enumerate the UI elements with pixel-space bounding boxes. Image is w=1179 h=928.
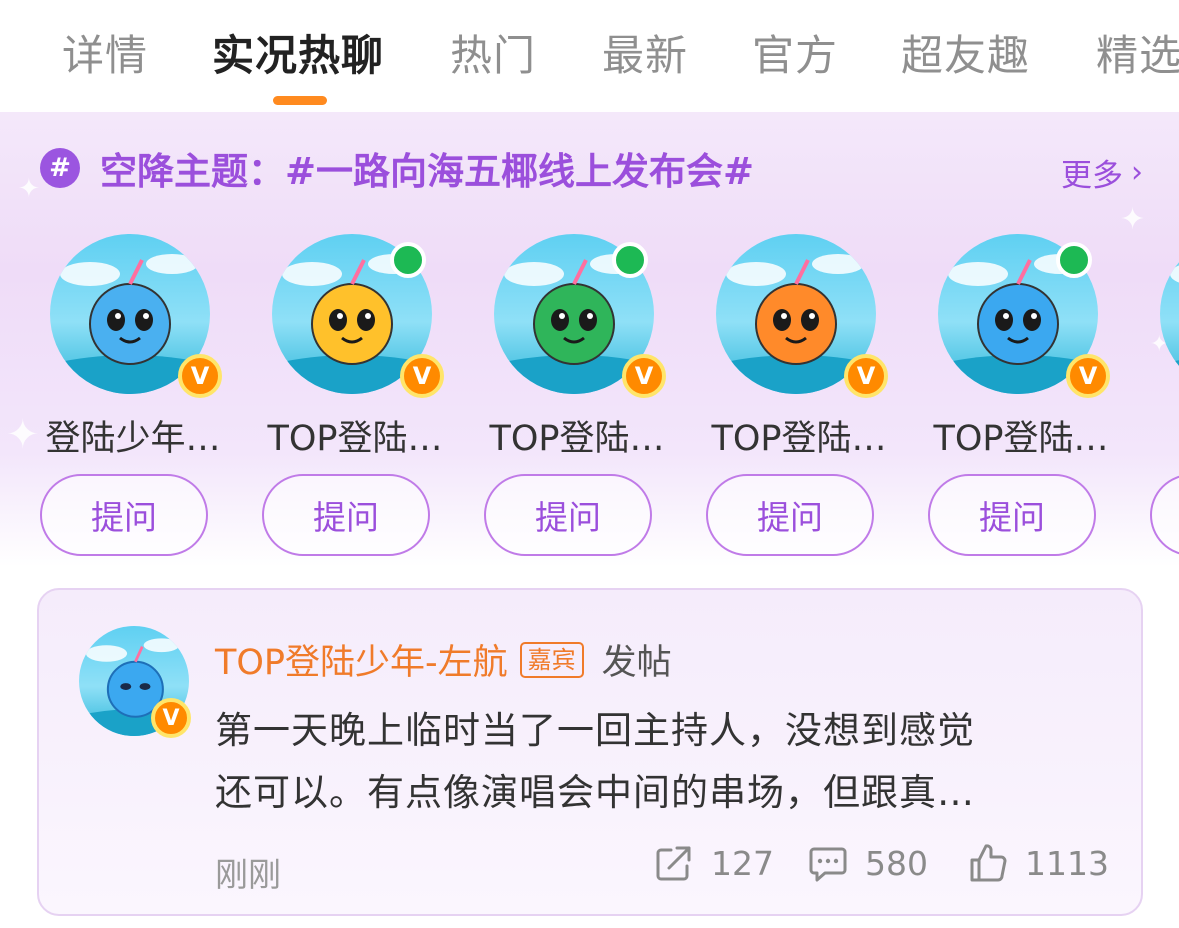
comment-count: 580	[865, 843, 928, 883]
tab-official[interactable]: 官方	[752, 22, 838, 83]
like-button[interactable]: 1113	[967, 842, 1109, 884]
online-status-icon	[1056, 242, 1092, 278]
guest-name: TOP登陆…	[711, 419, 887, 459]
ask-question-button[interactable]: 提问	[40, 474, 208, 556]
post-card[interactable]: V TOP登陆少年-左航 嘉宾 发帖 第一天晚上临时当了一回主持人，没想到感觉 …	[37, 588, 1143, 916]
topic-panel: ✦ ✦ ✦ ✦ # 空降主题：#一路向海五椰线上发布会# 更多 › V 登陆少年……	[0, 112, 1179, 567]
thumbs-up-icon	[970, 844, 1007, 882]
guest-item[interactable]: V TOP登陆… 提问	[694, 232, 904, 562]
hashtag-icon: #	[40, 148, 80, 188]
chevron-right-icon: ›	[1131, 155, 1143, 190]
tab-live-chat[interactable]: 实况热聊	[212, 22, 384, 83]
post-content-line: 第一天晚上临时当了一回主持人，没想到感觉	[215, 709, 975, 752]
post-action-label: 发帖	[601, 643, 672, 683]
post-header: TOP登陆少年-左航 嘉宾 发帖	[215, 634, 672, 685]
verified-badge-icon: V	[1066, 354, 1110, 398]
ask-question-button[interactable]: 提问	[262, 474, 430, 556]
guest-name: TO	[1138, 410, 1179, 450]
tab-super-fun[interactable]: 超友趣	[901, 22, 1030, 83]
verified-badge-icon: V	[844, 354, 888, 398]
sparkle-decoration: ✦	[18, 174, 40, 204]
tab-hot[interactable]: 热门	[450, 22, 536, 83]
tab-latest[interactable]: 最新	[602, 22, 688, 83]
ask-question-button[interactable]: 提问	[706, 474, 874, 556]
ask-question-button[interactable]: 提问	[484, 474, 652, 556]
author-name[interactable]: TOP登陆少年-左航	[215, 634, 508, 685]
guest-list: V 登陆少年… 提问 V TOP登陆… 提问 V TOP登陆… 提问 V TOP登陆… 提问 V TOP登…	[0, 232, 1179, 562]
share-button[interactable]: 127	[653, 842, 774, 884]
tab-details[interactable]: 详情	[62, 22, 148, 83]
guest-item[interactable]: TO	[1138, 232, 1179, 562]
comment-icon	[809, 847, 847, 882]
tab-bar: 详情 实况热聊 热门 最新 官方 超友趣 精选	[0, 0, 1179, 112]
share-count: 127	[711, 843, 774, 883]
comment-button[interactable]: 580	[807, 842, 928, 884]
topic-title: 空降主题：#一路向海五椰线上发布会#	[100, 150, 755, 193]
post-content[interactable]: 第一天晚上临时当了一回主持人，没想到感觉 还可以。有点像演唱会中间的串场，但跟真…	[215, 700, 1115, 824]
more-button[interactable]: 更多 ›	[1061, 150, 1143, 195]
guest-tag-badge: 嘉宾	[519, 641, 584, 678]
guest-item[interactable]: V 登陆少年… 提问	[28, 232, 238, 562]
guest-item[interactable]: V TOP登陆… 提问	[916, 232, 1126, 562]
verified-badge-icon: V	[178, 354, 222, 398]
post-content-line: 还可以。有点像演唱会中间的串场，但跟真…	[215, 771, 975, 814]
ask-question-button[interactable]: 提问	[928, 474, 1096, 556]
more-label: 更多	[1061, 158, 1123, 194]
online-status-icon	[612, 242, 648, 278]
post-timestamp: 刚刚	[215, 855, 281, 894]
verified-badge-icon: V	[151, 698, 191, 738]
tab-featured[interactable]: 精选	[1096, 22, 1179, 83]
guest-name: TOP登陆…	[933, 419, 1109, 459]
guest-name: TOP登陆…	[489, 419, 665, 459]
ask-question-button[interactable]	[1150, 474, 1179, 556]
guest-item[interactable]: V TOP登陆… 提问	[250, 232, 460, 562]
online-status-icon	[390, 242, 426, 278]
guest-item[interactable]: V TOP登陆… 提问	[472, 232, 682, 562]
share-icon	[656, 846, 691, 881]
like-count: 1113	[1025, 843, 1109, 883]
guest-name: TOP登陆…	[267, 419, 443, 459]
guest-name: 登陆少年…	[45, 419, 221, 459]
verified-badge-icon: V	[400, 354, 444, 398]
active-tab-indicator	[273, 96, 327, 105]
topic-header[interactable]: # 空降主题：#一路向海五椰线上发布会#	[40, 146, 754, 193]
avatar[interactable]	[1160, 234, 1179, 394]
verified-badge-icon: V	[622, 354, 666, 398]
